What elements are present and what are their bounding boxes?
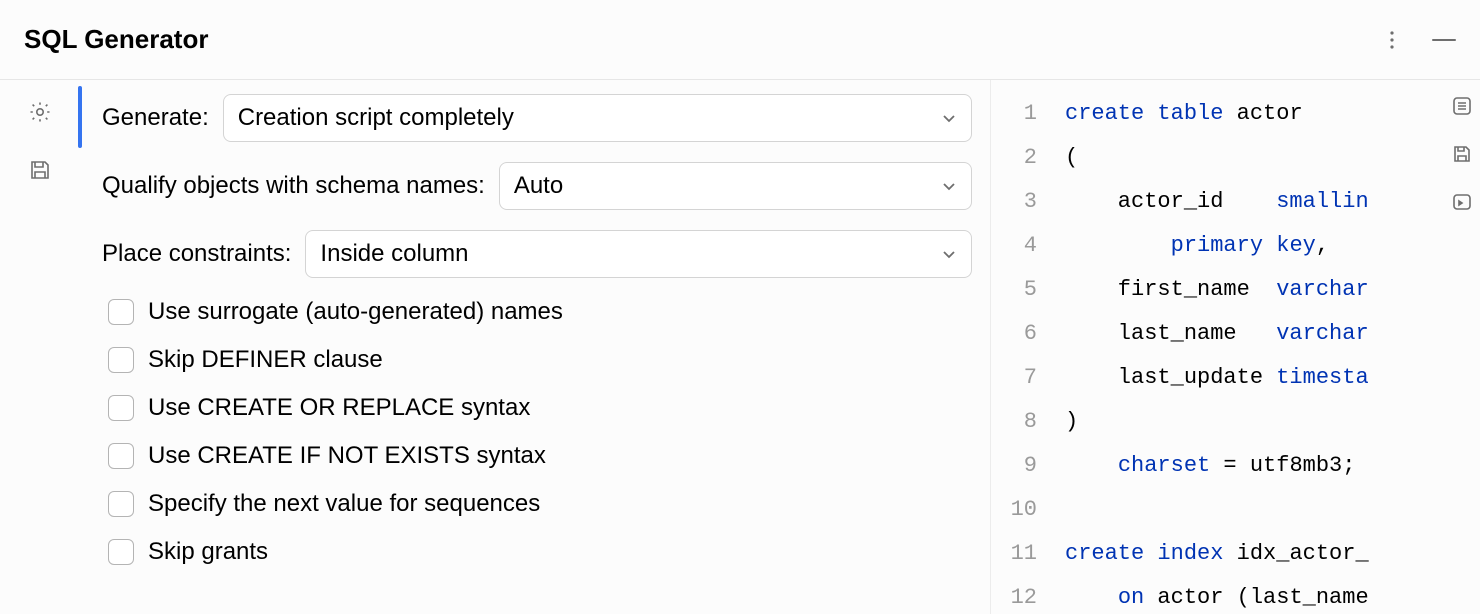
gutter-line-number: 8 <box>991 400 1047 444</box>
constraints-select[interactable]: Inside column <box>305 230 972 278</box>
code-line: first_name varchar <box>1065 268 1480 312</box>
checkbox-label: Skip grants <box>148 538 268 566</box>
constraints-value: Inside column <box>320 240 468 268</box>
checkbox-list: Use surrogate (auto-generated) names Skip… <box>102 298 972 566</box>
checkbox[interactable] <box>108 539 134 565</box>
code-line: primary key, <box>1065 224 1480 268</box>
options-panel: Generate: Creation script completely Qua… <box>80 80 990 614</box>
checkbox[interactable] <box>108 491 134 517</box>
header: SQL Generator <box>0 0 1480 80</box>
checkbox[interactable] <box>108 299 134 325</box>
checkbox-row: Skip DEFINER clause <box>108 346 972 374</box>
chevron-down-icon <box>941 178 957 194</box>
code-line: charset = utf8mb3; <box>1065 444 1480 488</box>
checkbox-label: Use CREATE OR REPLACE syntax <box>148 394 530 422</box>
chevron-down-icon <box>941 110 957 126</box>
gutter-line-number: 2 <box>991 136 1047 180</box>
sql-editor: 123456789101112 create table actor( acto… <box>990 80 1480 614</box>
code-line <box>1065 488 1480 532</box>
code-line: create index idx_actor_ <box>1065 532 1480 576</box>
page-title: SQL Generator <box>24 24 208 55</box>
qualify-value: Auto <box>514 172 563 200</box>
body: Generate: Creation script completely Qua… <box>0 80 1480 614</box>
gutter-line-number: 4 <box>991 224 1047 268</box>
gutter-line-number: 10 <box>991 488 1047 532</box>
gutter-line-number: 1 <box>991 92 1047 136</box>
code-line: on actor (last_name <box>1065 576 1480 614</box>
chevron-down-icon <box>941 246 957 262</box>
save-file-icon[interactable] <box>1450 142 1474 166</box>
constraints-label: Place constraints: <box>102 240 291 268</box>
qualify-select[interactable]: Auto <box>499 162 972 210</box>
code-line: ( <box>1065 136 1480 180</box>
checkbox-row: Use CREATE IF NOT EXISTS syntax <box>108 442 972 470</box>
code-line: create table actor <box>1065 92 1480 136</box>
checkbox[interactable] <box>108 347 134 373</box>
structure-icon[interactable] <box>1450 94 1474 118</box>
checkbox-row: Specify the next value for sequences <box>108 490 972 518</box>
generate-label: Generate: <box>102 104 209 132</box>
gutter-line-number: 7 <box>991 356 1047 400</box>
code-line: actor_id smallin <box>1065 180 1480 224</box>
editor-right-toolbar <box>1450 94 1474 214</box>
checkbox-row: Use surrogate (auto-generated) names <box>108 298 972 326</box>
gutter-line-number: 11 <box>991 532 1047 576</box>
qualify-label: Qualify objects with schema names: <box>102 172 485 200</box>
gutter-line-number: 9 <box>991 444 1047 488</box>
generate-select[interactable]: Creation script completely <box>223 94 972 142</box>
checkbox-label: Use CREATE IF NOT EXISTS syntax <box>148 442 546 470</box>
more-vert-icon[interactable] <box>1380 28 1404 52</box>
gutter-line-number: 12 <box>991 576 1047 614</box>
save-icon[interactable] <box>28 158 52 182</box>
header-actions <box>1380 28 1456 52</box>
code-line: ) <box>1065 400 1480 444</box>
editor-code[interactable]: create table actor( actor_id smallin pri… <box>1047 84 1480 614</box>
code-line: last_name varchar <box>1065 312 1480 356</box>
code-line: last_update timesta <box>1065 356 1480 400</box>
generate-value: Creation script completely <box>238 104 514 132</box>
checkbox-label: Specify the next value for sequences <box>148 490 540 518</box>
gutter-line-number: 3 <box>991 180 1047 224</box>
left-toolbar <box>0 80 80 614</box>
checkbox[interactable] <box>108 395 134 421</box>
gear-icon[interactable] <box>28 100 52 124</box>
gutter-line-number: 5 <box>991 268 1047 312</box>
run-console-icon[interactable] <box>1450 190 1474 214</box>
checkbox-row: Use CREATE OR REPLACE syntax <box>108 394 972 422</box>
checkbox-label: Skip DEFINER clause <box>148 346 383 374</box>
checkbox-label: Use surrogate (auto-generated) names <box>148 298 563 326</box>
checkbox-row: Skip grants <box>108 538 972 566</box>
minimize-icon[interactable] <box>1432 28 1456 52</box>
checkbox[interactable] <box>108 443 134 469</box>
gutter-line-number: 6 <box>991 312 1047 356</box>
editor-gutter: 123456789101112 <box>991 84 1047 614</box>
